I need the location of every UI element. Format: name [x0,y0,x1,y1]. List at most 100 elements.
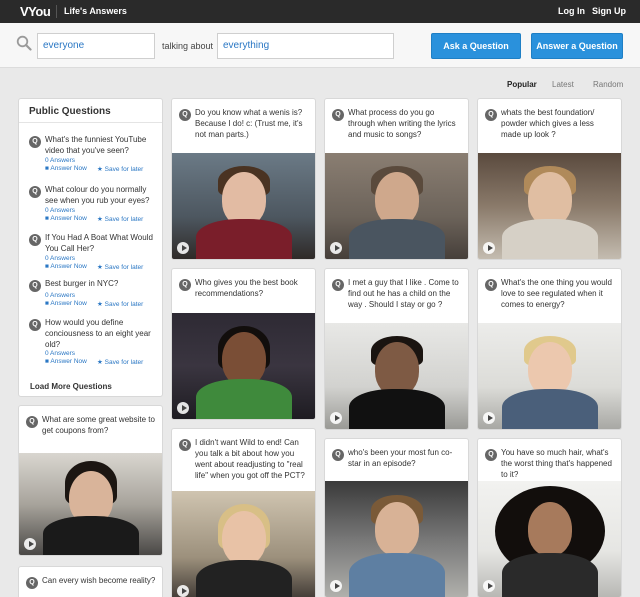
video-thumbnail[interactable] [172,313,315,419]
panel-title: Public Questions [29,106,111,117]
play-icon[interactable] [330,242,342,254]
signup-link[interactable]: Sign Up [592,6,626,16]
star-icon: ★ [97,301,105,308]
question-badge-icon: Q [179,439,191,451]
sort-random[interactable]: Random [593,80,623,89]
question-card[interactable]: Q I met a guy that I like . Come to find… [324,268,469,430]
question-card[interactable]: Q Who gives you the best book recommenda… [171,268,316,420]
answer-now-link[interactable]: ■ Answer Now [45,358,87,365]
public-question-text[interactable]: Best burger in NYC? [45,278,157,289]
answer-now-link[interactable]: ■ Answer Now [45,215,87,222]
answer-now-link[interactable]: ■ Answer Now [45,300,87,307]
card-question: I met a guy that I like . Come to find o… [348,278,459,309]
play-icon[interactable] [483,412,495,424]
topic-input[interactable]: everything [217,33,394,59]
answer-count[interactable]: 0 Answers [45,350,75,357]
question-card[interactable]: Q I didn't want Wild to end! Can you tal… [171,428,316,597]
public-question-text[interactable]: What colour do you normally see when you… [45,184,157,206]
magnifier-icon [16,35,32,51]
public-questions-panel: Public Questions Q What's the funniest Y… [18,98,163,397]
logo[interactable]: VYou [20,4,51,19]
answer-count[interactable]: 0 Answers [45,292,75,299]
play-icon[interactable] [483,242,495,254]
video-thumbnail[interactable] [478,323,621,429]
question-badge-icon: Q [332,449,344,461]
question-card[interactable]: Q You have so much hair, what's the wors… [477,438,622,597]
video-thumbnail[interactable] [325,481,468,597]
question-card[interactable]: Q who's been your most fun co-star in an… [324,438,469,597]
question-badge-icon: Q [29,319,41,331]
question-badge-icon: Q [179,279,191,291]
video-thumbnail[interactable] [325,153,468,259]
video-thumbnail[interactable] [172,153,315,259]
question-card[interactable]: Q What's the one thing you would love to… [477,268,622,430]
card-question: who's been your most fun co-star in an e… [348,448,453,468]
card-question: What's the one thing you would love to s… [501,278,612,309]
star-icon: ★ [97,359,105,366]
load-more-button[interactable]: Load More Questions [30,382,112,391]
save-for-later-link[interactable]: ★ Save for later [97,358,143,366]
question-card[interactable]: Q whats the best foundation/ powder whic… [477,98,622,260]
question-badge-icon: Q [485,109,497,121]
video-thumbnail[interactable] [478,481,621,597]
card-question: What process do you go through when writ… [348,108,456,139]
answer-count[interactable]: 0 Answers [45,255,75,262]
question-badge-icon: Q [29,234,41,246]
answer-now-link[interactable]: ■ Answer Now [45,165,87,172]
question-card[interactable]: Q Do you know what a wenis is? Because I… [171,98,316,260]
public-question-text[interactable]: If You Had A Boat What Would You Call He… [45,232,157,254]
search-bar: everyone talking about everything Ask a … [0,23,640,68]
card-question: Do you know what a wenis is? Because I d… [195,108,303,139]
tagline: Life's Answers [64,6,127,16]
card-question: What are some great website to get coupo… [42,415,155,435]
card-question: I didn't want Wild to end! Can you talk … [195,438,305,480]
question-card[interactable]: Q What are some great website to get cou… [18,405,163,556]
answer-count[interactable]: 0 Answers [45,207,75,214]
answer-count[interactable]: 0 Answers [45,157,75,164]
card-question: Who gives you the best book recommendati… [195,278,298,298]
top-bar: VYou Life's Answers Log In Sign Up [0,0,640,23]
video-thumbnail[interactable] [478,153,621,259]
public-question-text[interactable]: What's the funniest YouTube video that y… [45,134,157,156]
video-thumbnail[interactable] [19,453,162,555]
play-icon[interactable] [330,580,342,592]
star-icon: ★ [97,216,105,223]
answer-now-link[interactable]: ■ Answer Now [45,263,87,270]
question-card[interactable]: Q Can every wish become reality? [18,566,163,597]
play-icon[interactable] [24,538,36,550]
sort-popular[interactable]: Popular [507,80,537,89]
save-for-later-link[interactable]: ★ Save for later [97,165,143,173]
play-icon[interactable] [177,242,189,254]
video-thumbnail[interactable] [172,491,315,597]
question-badge-icon: Q [29,280,41,292]
play-icon[interactable] [483,580,495,592]
who-input[interactable]: everyone [37,33,155,59]
card-question: whats the best foundation/ powder which … [501,108,595,139]
sort-latest[interactable]: Latest [552,80,574,89]
divider [19,122,162,123]
question-badge-icon: Q [485,279,497,291]
public-question-text[interactable]: How would you define conciousness to an … [45,317,157,350]
card-question: You have so much hair, what's the worst … [501,448,612,479]
star-icon: ★ [97,166,105,173]
save-for-later-link[interactable]: ★ Save for later [97,215,143,223]
play-icon[interactable] [177,585,189,597]
question-badge-icon: Q [26,416,38,428]
answer-question-button[interactable]: Answer a Question [531,33,623,59]
play-icon[interactable] [177,402,189,414]
login-link[interactable]: Log In [558,6,585,16]
ask-question-button[interactable]: Ask a Question [431,33,521,59]
save-for-later-link[interactable]: ★ Save for later [97,300,143,308]
video-thumbnail[interactable] [325,323,468,429]
save-for-later-link[interactable]: ★ Save for later [97,263,143,271]
divider [56,5,57,18]
question-badge-icon: Q [26,577,38,589]
question-badge-icon: Q [332,109,344,121]
question-badge-icon: Q [29,136,41,148]
question-badge-icon: Q [179,109,191,121]
card-question: Can every wish become reality? [42,576,156,585]
question-card[interactable]: Q What process do you go through when wr… [324,98,469,260]
question-badge-icon: Q [485,449,497,461]
talking-about-label: talking about [162,41,214,51]
play-icon[interactable] [330,412,342,424]
